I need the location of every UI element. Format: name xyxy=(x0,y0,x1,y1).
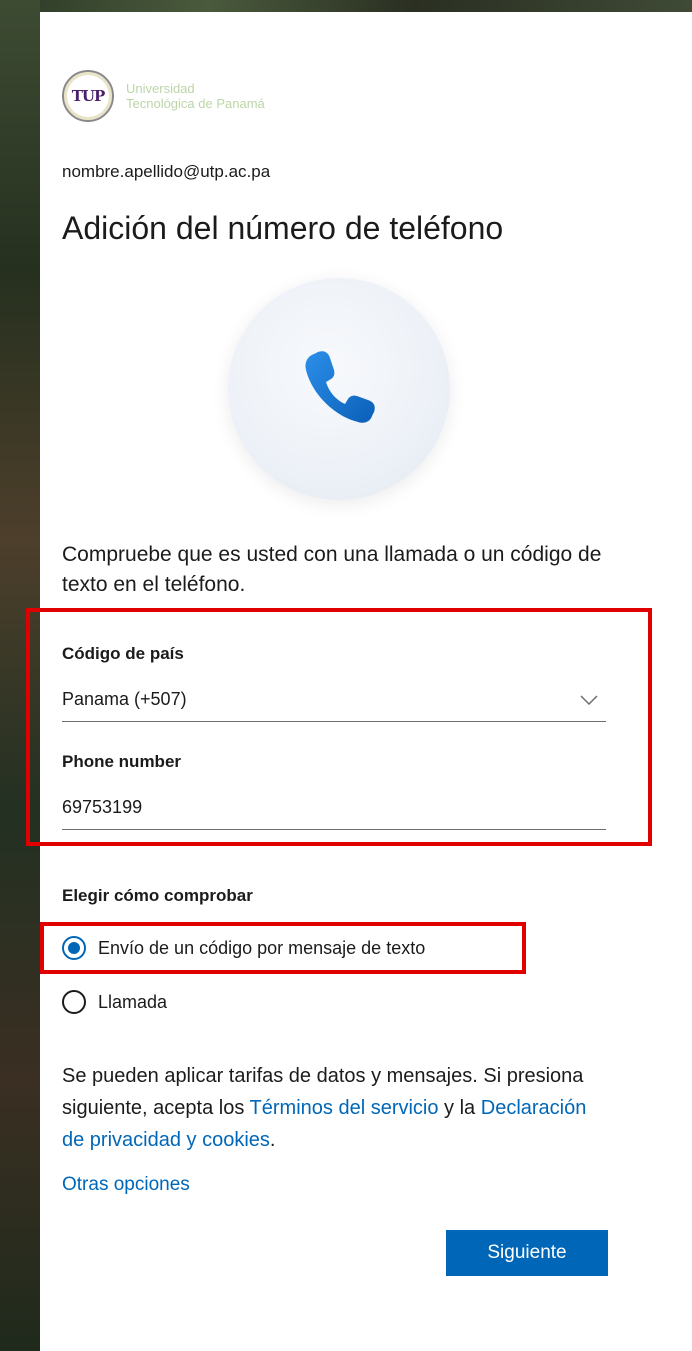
radio-option-call-label: Llamada xyxy=(98,991,168,1012)
organization-name-line1: Universidad xyxy=(126,81,195,96)
radio-checked-icon[interactable] xyxy=(62,936,86,960)
radio-option-sms[interactable]: Envío de un código por mensaje de texto xyxy=(62,936,425,960)
background-strip-top xyxy=(0,0,692,12)
country-code-value: Panama (+507) xyxy=(62,689,187,709)
phone-number-value: 69753199 xyxy=(62,797,143,817)
radio-unchecked-icon[interactable] xyxy=(62,990,86,1014)
terms-notice: Se pueden aplicar tarifas de datos y men… xyxy=(62,1060,612,1156)
phone-number-label: Phone number xyxy=(62,752,182,771)
instruction-text: Compruebe que es usted con una llamada o… xyxy=(62,543,602,596)
page-title: Adición del número de teléfono xyxy=(62,210,504,246)
next-button[interactable]: Siguiente xyxy=(446,1230,608,1276)
organization-name: Universidad Tecnológica de Panamá xyxy=(126,81,265,111)
terms-notice-text-3: . xyxy=(269,1129,276,1151)
terms-notice-text-2: y la xyxy=(438,1097,481,1119)
verification-method-label: Elegir cómo comprobar xyxy=(62,886,253,905)
chevron-down-icon xyxy=(580,694,598,705)
organization-logo: TUP Universidad Tecnológica de Panamá xyxy=(62,70,265,122)
other-options-link[interactable]: Otras opciones xyxy=(62,1174,190,1196)
country-code-label: Código de país xyxy=(62,644,184,663)
country-code-select[interactable]: Panama (+507) xyxy=(62,678,606,722)
radio-option-call[interactable]: Llamada xyxy=(62,990,167,1014)
phone-icon xyxy=(305,351,375,423)
phone-number-input[interactable]: 69753199 xyxy=(62,786,606,830)
university-seal-icon: TUP xyxy=(62,70,114,122)
phone-illustration xyxy=(228,278,450,500)
terms-of-service-link[interactable]: Términos del servicio xyxy=(250,1097,439,1119)
account-email: nombre.apellido@utp.ac.pa xyxy=(62,162,271,181)
organization-name-line2: Tecnológica de Panamá xyxy=(126,96,265,111)
radio-option-sms-label: Envío de un código por mensaje de texto xyxy=(98,937,426,958)
